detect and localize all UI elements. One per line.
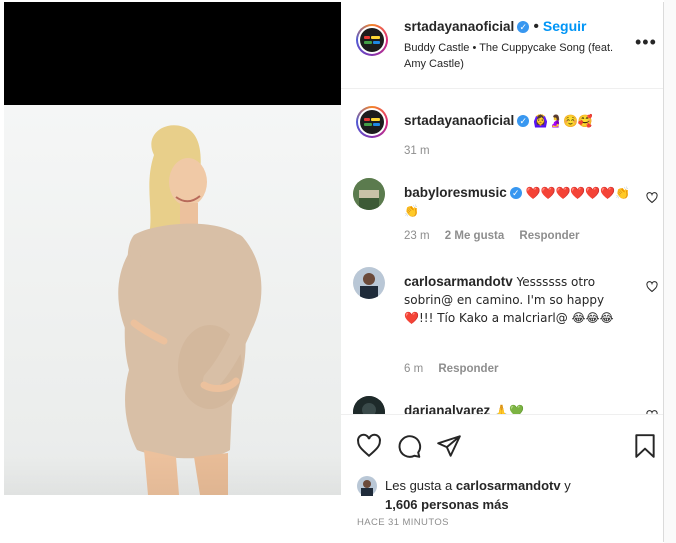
comment-body: carlosarmandotv Yessssss otro sobrin@ en…	[404, 273, 636, 327]
likes-line1: Les gusta a carlosarmandotv y	[385, 476, 637, 495]
like-comment-icon[interactable]	[646, 281, 658, 293]
caption-text: 🙆‍♀️🤰☺️🥰	[533, 114, 593, 128]
commenter-avatar[interactable]	[353, 396, 385, 414]
brand-logo-icon	[360, 28, 384, 52]
author-username[interactable]: srtadayanaoficial	[404, 19, 514, 34]
comment-item: darianalvarez 🙏💚	[353, 396, 658, 414]
post-header: srtadayanaoficial ✓ • Seguir Buddy Castle •…	[341, 2, 663, 89]
more-options-button[interactable]: •••	[635, 32, 657, 53]
commenter-avatar[interactable]	[353, 178, 385, 210]
brand-logo-icon	[360, 110, 384, 134]
comment-meta: 6 m Responder	[404, 360, 510, 378]
likes-count[interactable]: 1,606 personas más	[385, 497, 509, 512]
audio-track[interactable]: Buddy Castle • The Cuppycake Song (feat.…	[404, 40, 634, 72]
post-photo[interactable]	[4, 105, 341, 495]
comment-username[interactable]: darianalvarez	[404, 403, 490, 414]
reply-button[interactable]: Responder	[438, 363, 498, 375]
comments-list[interactable]: srtadayanaoficial ✓ 🙆‍♀️🤰☺️🥰 31 m babylor…	[341, 89, 663, 414]
caption-meta: 31 m	[404, 142, 442, 160]
like-icon[interactable]	[356, 433, 382, 459]
verified-icon: ✓	[517, 20, 530, 33]
verified-icon: ✓	[509, 187, 522, 200]
comment-item: babyloresmusic ✓ ❤️❤️❤️❤️❤️❤️👏👏 23 m 2 Me…	[353, 178, 658, 248]
comment-body: babyloresmusic ✓ ❤️❤️❤️❤️❤️❤️👏👏	[404, 184, 636, 220]
caption-avatar[interactable]	[356, 106, 388, 138]
header-line: srtadayanaoficial ✓ • Seguir	[404, 18, 587, 36]
reply-button[interactable]: Responder	[519, 230, 579, 242]
comment-item: carlosarmandotv Yessssss otro sobrin@ en…	[353, 267, 658, 378]
comment-username[interactable]: babyloresmusic	[404, 185, 507, 200]
share-icon[interactable]	[436, 433, 462, 459]
commenter-avatar-image	[353, 396, 385, 414]
verified-icon: ✓	[517, 115, 530, 128]
comment-icon[interactable]	[396, 433, 422, 459]
comment-time[interactable]: 6 m	[404, 363, 423, 375]
caption-time[interactable]: 31 m	[404, 145, 430, 157]
post-media[interactable]	[4, 2, 341, 495]
comment-meta: 23 m 2 Me gusta Responder	[404, 227, 592, 245]
post-timestamp[interactable]: HACE 31 MINUTOS	[357, 517, 449, 528]
likes-summary: Les gusta a carlosarmandotv y 1,606 pers…	[357, 476, 637, 514]
comment-likes[interactable]: 2 Me gusta	[445, 230, 504, 242]
likes-prefix: Les gusta a	[385, 478, 453, 493]
comment-body: darianalvarez 🙏💚	[404, 402, 636, 414]
comment-username[interactable]: carlosarmandotv	[404, 274, 513, 289]
like-comment-icon[interactable]	[646, 192, 658, 204]
page-background	[664, 0, 676, 543]
liker-avatar[interactable]	[357, 476, 377, 496]
follow-button[interactable]: Seguir	[543, 18, 587, 34]
separator-dot: •	[533, 18, 539, 35]
photo-illustration	[118, 125, 262, 495]
author-avatar[interactable]	[356, 24, 388, 56]
comment-text: 🙏💚	[494, 404, 524, 414]
commenter-avatar-image	[353, 178, 385, 210]
likes-line2: 1,606 personas más	[385, 495, 637, 514]
liker-username[interactable]: carlosarmandotv	[456, 478, 561, 493]
likes-suffix: y	[564, 478, 571, 493]
caption-username[interactable]: srtadayanaoficial	[404, 113, 514, 128]
post-actions: Les gusta a carlosarmandotv y 1,606 pers…	[341, 414, 663, 543]
commenter-avatar-image	[353, 267, 385, 299]
instagram-post-modal: srtadayanaoficial ✓ • Seguir Buddy Castle •…	[0, 0, 676, 543]
commenter-avatar[interactable]	[353, 267, 385, 299]
comment-time[interactable]: 23 m	[404, 230, 430, 242]
photo-shadow	[4, 455, 341, 495]
caption: srtadayanaoficial ✓ 🙆‍♀️🤰☺️🥰 31 m	[353, 106, 653, 166]
caption-body: srtadayanaoficial ✓ 🙆‍♀️🤰☺️🥰	[404, 112, 636, 130]
post-side-panel: srtadayanaoficial ✓ • Seguir Buddy Castle •…	[341, 2, 664, 542]
save-icon[interactable]	[634, 433, 656, 459]
